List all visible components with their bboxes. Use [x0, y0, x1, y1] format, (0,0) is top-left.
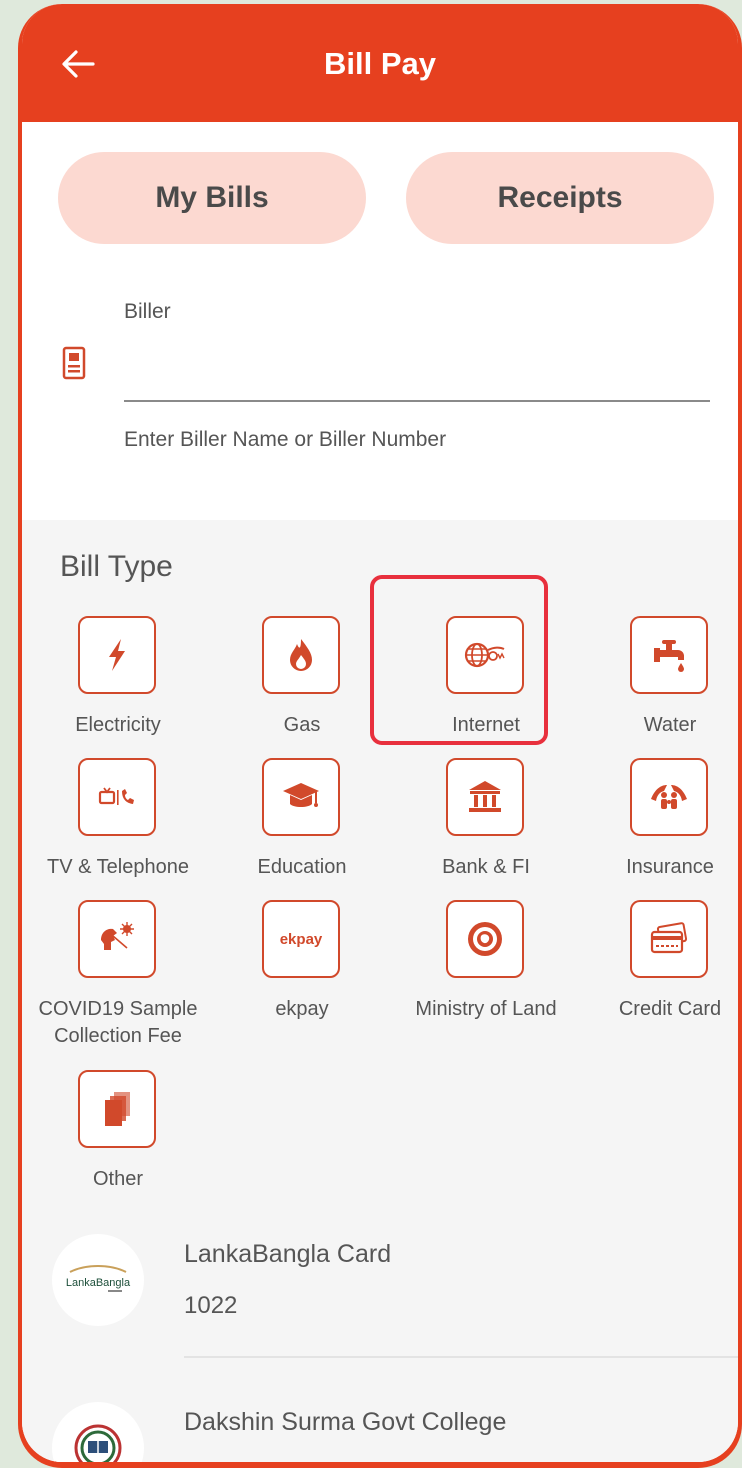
my-bills-button[interactable]: My Bills [58, 152, 366, 244]
faucet-icon [630, 616, 708, 694]
bill-type-tv-telephone[interactable]: TV & Telephone [26, 758, 210, 898]
recent-biller-item[interactable]: Dakshin Surma Govt College 1047 [22, 1364, 738, 1462]
biller-hint: Enter Biller Name or Biller Number [124, 428, 447, 451]
app-bar: Bill Pay [22, 4, 738, 122]
biller-search-section: My Bills Receipts Biller Enter Biller Na… [22, 122, 738, 520]
phone-frame: Bill Pay My Bills Receipts Biller Enter … [18, 4, 742, 1468]
svg-text:ekpay: ekpay [280, 931, 323, 948]
biller-label: Biller [124, 300, 171, 323]
bill-type-label: TV & Telephone [47, 856, 189, 878]
bill-type-label: Water [643, 714, 697, 736]
bill-type-label: Ministry of Land [415, 998, 557, 1020]
graduation-cap-icon [262, 758, 340, 836]
screen: Bill Pay My Bills Receipts Biller Enter … [22, 4, 738, 1462]
college-crest-logo [52, 1402, 144, 1462]
biller-input[interactable] [124, 336, 710, 402]
bill-type-covid19[interactable]: COVID19 Sample Collection Fee [26, 900, 210, 1047]
ekpay-logo-icon: ekpay [262, 900, 340, 978]
lightning-icon [78, 616, 156, 694]
bill-type-title: Bill Type [60, 550, 173, 583]
credit-card-icon [630, 900, 708, 978]
bill-type-label: Credit Card [618, 998, 722, 1020]
bill-type-gas[interactable]: Gas [210, 616, 394, 756]
bill-type-other[interactable]: Other [26, 1070, 210, 1210]
bill-type-ministry-of-land[interactable]: Ministry of Land [394, 900, 578, 1040]
bill-type-ekpay[interactable]: ekpay ekpay [210, 900, 394, 1040]
bill-type-section: Bill Type Electricity Gas Internet Water… [22, 520, 738, 1196]
list-divider [184, 1356, 738, 1358]
internet-highlight [370, 575, 548, 745]
bill-type-label: Other [92, 1168, 144, 1190]
family-protection-icon [630, 758, 708, 836]
government-seal-icon [446, 900, 524, 978]
page-title: Bill Pay [324, 46, 436, 81]
bill-type-label: ekpay [275, 998, 329, 1020]
bill-type-education[interactable]: Education [210, 758, 394, 898]
biller-number: 1022 [184, 1292, 238, 1319]
receipts-button[interactable]: Receipts [406, 152, 714, 244]
bill-type-label: Education [257, 856, 347, 878]
biller-id-icon [62, 346, 86, 380]
biller-name: Dakshin Surma Govt College [184, 1408, 507, 1436]
flame-icon [262, 616, 340, 694]
biller-number: 1047 [184, 1460, 237, 1462]
bill-type-label: Insurance [626, 856, 714, 878]
bill-type-label: COVID19 Sample Collection Fee [38, 998, 198, 1047]
bill-type-bank-fi[interactable]: Bank & FI [394, 758, 578, 898]
recent-billers-list: LankaBangla LankaBangla Card 1022 Dakshi… [22, 1196, 738, 1462]
bill-type-label: Bank & FI [442, 856, 530, 878]
bill-type-insurance[interactable]: Insurance [578, 758, 738, 898]
documents-icon [78, 1070, 156, 1148]
bill-type-water[interactable]: Water [578, 616, 738, 756]
covid-swab-icon [78, 900, 156, 978]
recent-biller-item[interactable]: LankaBangla LankaBangla Card 1022 [22, 1196, 738, 1346]
bill-type-credit-card[interactable]: Credit Card [578, 900, 738, 1040]
biller-name: LankaBangla Card [184, 1240, 392, 1268]
svg-text:LankaBangla: LankaBangla [66, 1277, 131, 1289]
bill-type-label: Electricity [75, 714, 161, 736]
bill-type-electricity[interactable]: Electricity [26, 616, 210, 756]
tv-phone-icon [78, 758, 156, 836]
lankabangla-logo: LankaBangla [52, 1234, 144, 1326]
bank-icon [446, 758, 524, 836]
